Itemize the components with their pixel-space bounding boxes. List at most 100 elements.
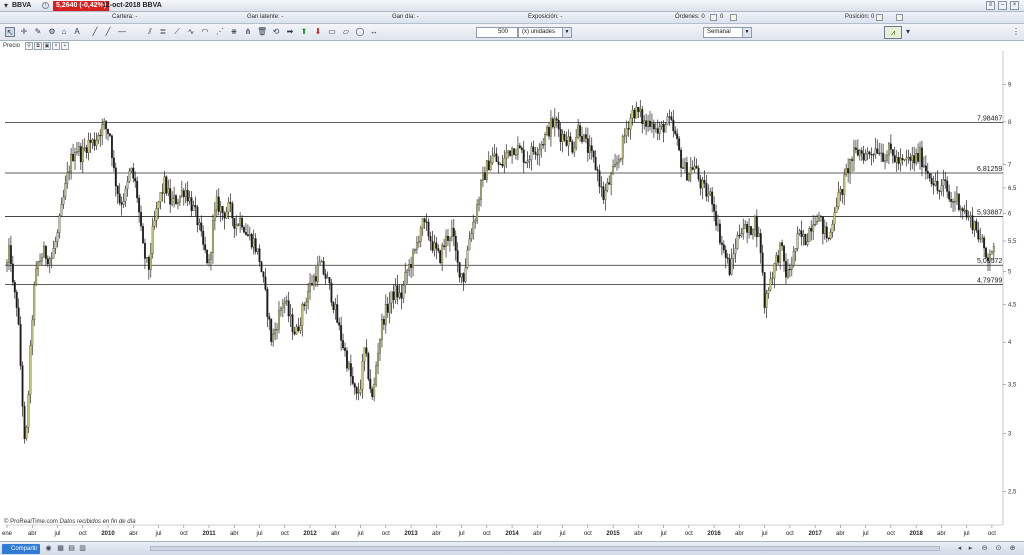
measure-icon[interactable]: ↔ xyxy=(369,27,379,37)
chevron-down-icon[interactable]: ▾ xyxy=(4,1,8,10)
candle-body xyxy=(732,253,735,259)
ticker-label: BBVA xyxy=(12,2,32,9)
fibonacci-icon[interactable]: ≣ xyxy=(158,27,168,37)
close-icon[interactable]: × xyxy=(1010,1,1019,10)
level-label: 6,81259 xyxy=(977,166,1002,173)
crosshair-icon[interactable]: ✛ xyxy=(19,27,29,37)
candle-body xyxy=(689,167,692,175)
horizontal-scrollbar[interactable] xyxy=(150,546,940,551)
period-select[interactable]: Semanal ▼ xyxy=(703,27,752,38)
quantity-input[interactable]: 500 xyxy=(476,27,518,38)
candle-body xyxy=(516,145,519,155)
gann-icon[interactable]: ⋇ xyxy=(229,27,239,37)
position-list-icon[interactable] xyxy=(896,14,903,21)
scroll-left-icon[interactable]: ◂ xyxy=(955,544,964,553)
wave-icon[interactable]: ∿ xyxy=(186,27,196,37)
candle-body xyxy=(95,139,98,147)
rectangle-icon[interactable]: ▭ xyxy=(327,27,337,37)
orders-icon[interactable] xyxy=(710,14,717,21)
bars-icon[interactable]: ▥ xyxy=(78,544,87,553)
zoom-reset-icon[interactable]: ⊙ xyxy=(994,544,1003,553)
camera-icon[interactable]: ◉ xyxy=(44,544,53,553)
level-label: 5,93887 xyxy=(977,210,1002,217)
posicion-field: Posición: 0 xyxy=(845,14,875,20)
x-tick-label: oct xyxy=(382,531,390,537)
candle-body xyxy=(882,152,885,162)
candle-body xyxy=(660,123,663,127)
magnet-icon[interactable]: ⌂ xyxy=(59,27,69,37)
info-icon[interactable]: i xyxy=(42,2,49,9)
candle-body xyxy=(833,212,836,225)
candle-body xyxy=(579,125,582,137)
candle-body xyxy=(285,300,288,302)
candle-body xyxy=(175,195,177,205)
candle-body xyxy=(217,196,220,212)
orders-list-icon[interactable] xyxy=(730,14,737,21)
fan-icon[interactable]: ⋰ xyxy=(215,27,225,37)
share-button[interactable]: Compartir xyxy=(2,544,41,554)
candle-body xyxy=(614,164,616,167)
candle-body xyxy=(503,157,506,167)
candle-body xyxy=(213,209,216,221)
candle-body xyxy=(85,147,88,153)
x-tick-label: abr xyxy=(230,531,239,537)
candle-body xyxy=(926,171,929,174)
candle-body xyxy=(610,173,613,185)
candle-body xyxy=(703,179,706,184)
layout-icon[interactable]: ▤ xyxy=(67,544,76,553)
candle-body xyxy=(101,124,104,136)
ray-tool-icon[interactable]: ╱ xyxy=(103,27,113,37)
candle-body xyxy=(173,195,176,200)
candle-body xyxy=(955,193,958,202)
candle-body xyxy=(954,200,956,203)
candle-body xyxy=(429,235,432,242)
trendline-icon[interactable]: ⟋ xyxy=(172,27,182,37)
position-icon[interactable] xyxy=(876,14,883,21)
arc-icon[interactable]: ◠ xyxy=(200,27,210,37)
candle-body xyxy=(445,235,447,248)
arrow-right-icon[interactable]: ➡ xyxy=(285,27,295,37)
candle-body xyxy=(468,238,471,251)
grid-icon[interactable]: ▦ xyxy=(56,544,65,553)
menu-icon[interactable]: ≡ xyxy=(986,1,995,10)
x-tick-label: 2012 xyxy=(303,531,317,537)
candle-body xyxy=(206,249,209,264)
undo-icon[interactable]: ⟲ xyxy=(271,27,281,37)
line-tool-icon[interactable]: ╱ xyxy=(90,27,100,37)
candle-body xyxy=(431,240,434,251)
chevron-down-icon[interactable]: ▾ xyxy=(903,27,913,37)
horizontal-line-icon[interactable]: ― xyxy=(117,27,127,37)
cursor-icon[interactable]: ↖ xyxy=(5,27,15,37)
pitchfork-icon[interactable]: ⋔ xyxy=(243,27,253,37)
candle-body xyxy=(520,147,523,150)
price-chart[interactable]: 7,984676,812595,938875,095724,79799 2,53… xyxy=(0,41,1024,541)
x-tick-label: abr xyxy=(937,531,946,537)
text-icon[interactable]: A xyxy=(72,27,82,37)
channel-icon[interactable]: ⫽ xyxy=(145,27,155,37)
arrow-up-icon[interactable]: ⬆ xyxy=(299,27,309,37)
scroll-right-icon[interactable]: ▸ xyxy=(966,544,975,553)
candle-body xyxy=(157,201,160,209)
ellipse-icon[interactable]: ◯ xyxy=(355,27,365,37)
chart-type-icon[interactable]: ⩘ xyxy=(884,26,902,39)
cartera-field: Cartera: - xyxy=(112,14,138,20)
candle-body xyxy=(922,165,925,168)
trash-icon[interactable]: 🗑 xyxy=(257,27,267,37)
gear-icon[interactable]: ⚙ xyxy=(47,27,57,37)
price-change-badge: 5,2640 (-0,42%) xyxy=(53,1,110,11)
candle-body xyxy=(394,285,397,301)
x-tick-label: 2016 xyxy=(707,531,721,537)
scroll-handle-icon[interactable]: ⋮ xyxy=(1011,27,1021,37)
candle-body xyxy=(761,252,764,273)
arrow-down-icon[interactable]: ⬇ xyxy=(313,27,323,37)
zoom-in-icon[interactable]: ⊕ xyxy=(1008,544,1017,553)
zoom-out-icon[interactable]: ⊖ xyxy=(980,544,989,553)
candle-body xyxy=(68,171,71,173)
candle-body xyxy=(631,109,634,119)
minimize-icon[interactable]: – xyxy=(998,1,1007,10)
pencil-icon[interactable]: ✎ xyxy=(33,27,43,37)
polygon-icon[interactable]: ▱ xyxy=(341,27,351,37)
candle-body xyxy=(788,269,791,271)
candle-body xyxy=(973,221,976,231)
units-select[interactable]: (x) unidades ▼ xyxy=(518,27,572,38)
